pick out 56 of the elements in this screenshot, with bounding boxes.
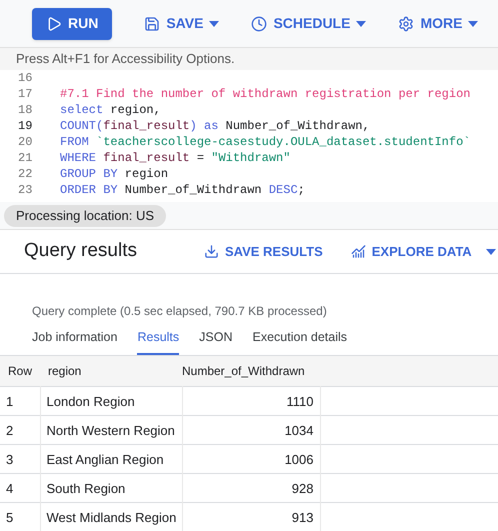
column-header: region xyxy=(40,356,182,387)
menu-button[interactable]: SCHEDULE xyxy=(251,13,366,34)
run-button[interactable]: RUN xyxy=(32,8,112,40)
table-cell: 5 xyxy=(0,502,40,531)
save-icon xyxy=(144,16,160,32)
accessibility-hint: Press Alt+F1 for Accessibility Options. xyxy=(0,48,498,70)
query-status: Query complete (0.5 sec elapsed, 790.7 KB processed) xyxy=(31,303,328,320)
caret-icon xyxy=(486,248,496,254)
table-cell: 1006 xyxy=(182,444,320,474)
menu-button[interactable]: SAVE xyxy=(144,13,220,34)
line-number: 18 xyxy=(17,102,34,118)
caret-icon xyxy=(468,20,478,26)
line-number: 17 xyxy=(17,86,34,102)
results-tab[interactable]: Execution details xyxy=(252,322,348,355)
code-line: #7.1 Find the number of withdrawn registration per region xyxy=(60,86,470,102)
settings-icon xyxy=(398,16,414,32)
column-header: Number_of_Withdrawn xyxy=(182,356,320,387)
code-line: GROUP BY region xyxy=(60,166,168,182)
results-tab[interactable]: Job information xyxy=(32,322,118,355)
table-cell: West Midlands Region xyxy=(40,502,182,531)
table-cell: 1 xyxy=(0,386,40,416)
caret-icon xyxy=(356,20,366,26)
code-line: select region, xyxy=(60,102,161,118)
action-button[interactable]: SAVE RESULTS xyxy=(204,242,323,262)
line-number: 20 xyxy=(17,134,34,150)
code-line: COUNT(final_result) as Number_of_Withdrawn, xyxy=(60,118,370,134)
chart-icon xyxy=(350,244,366,259)
action-button[interactable]: EXPLORE DATA xyxy=(350,242,496,262)
table-cell: East Anglian Region xyxy=(40,444,182,474)
code-line: ORDER BY Number_of_Withdrawn DESC; xyxy=(60,182,305,198)
code-line: WHERE final_result = "Withdrawn" xyxy=(60,150,290,166)
menu-button[interactable]: MORE xyxy=(398,13,478,34)
table-cell: South Region xyxy=(40,474,182,503)
line-number: 19 xyxy=(17,118,34,134)
table-cell: 4 xyxy=(0,474,40,503)
table-cell: London Region xyxy=(40,386,182,416)
table-cell: North Western Region xyxy=(40,416,182,445)
results-tab[interactable]: JSON xyxy=(199,322,232,355)
table-cell: 928 xyxy=(182,474,320,503)
code-line: FROM `teacherscollege-casestudy.OULA_dataset.studentInfo` xyxy=(60,134,470,150)
line-number: 16 xyxy=(17,70,34,86)
download-icon xyxy=(204,244,219,259)
table-cell: 1034 xyxy=(182,416,320,445)
table-cell: 2 xyxy=(0,416,40,445)
column-header: Row xyxy=(0,356,40,387)
table-cell: 3 xyxy=(0,444,40,474)
line-number: 22 xyxy=(17,166,34,182)
line-number: 21 xyxy=(17,150,34,166)
processing-location-chip: Processing location: US xyxy=(4,204,166,226)
clock-icon xyxy=(251,16,268,32)
table-cell: 1110 xyxy=(182,386,320,416)
results-title: Query results xyxy=(24,239,138,264)
play-icon xyxy=(46,16,62,32)
caret-icon xyxy=(209,20,220,26)
table-cell: 913 xyxy=(182,502,320,531)
line-number: 23 xyxy=(17,182,34,198)
